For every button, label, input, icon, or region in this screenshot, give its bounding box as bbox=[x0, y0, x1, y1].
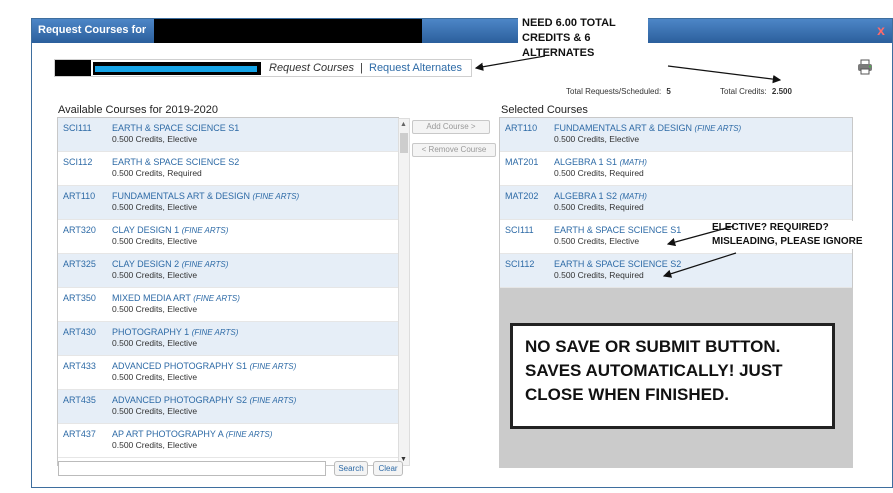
arrow-to-elective bbox=[666, 225, 735, 247]
arrow-to-credits bbox=[667, 65, 782, 84]
arrow-to-alternates bbox=[474, 55, 546, 71]
annotation-arrows bbox=[474, 55, 782, 278]
screen: Request Courses for x Request Courses | … bbox=[0, 0, 893, 493]
arrow-to-required bbox=[662, 252, 737, 278]
